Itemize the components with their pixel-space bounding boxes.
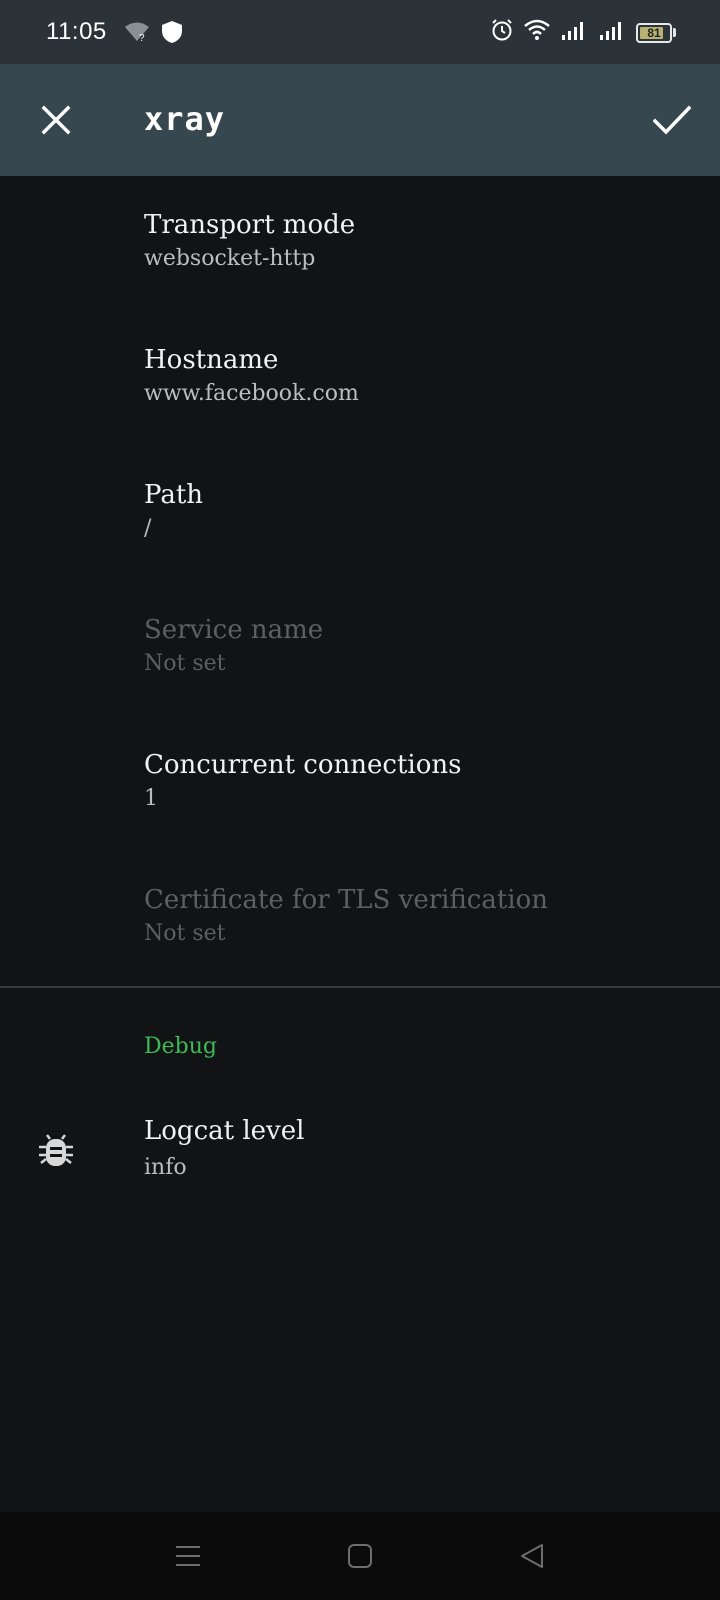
wifi-question-icon: ? (124, 21, 150, 48)
pref-logcat-level[interactable]: Logcat level info (0, 1100, 720, 1210)
pref-hostname[interactable]: Hostname www.facebook.com (0, 311, 720, 446)
status-right-icons: 81 (490, 18, 676, 47)
battery-tip (673, 28, 676, 37)
svg-text:?: ? (139, 33, 145, 43)
pref-tls-certificate[interactable]: Certificate for TLS verification Not set (0, 851, 720, 986)
pref-summary: www.facebook.com (144, 381, 359, 407)
signal-icon (598, 19, 626, 46)
signal-icon (560, 19, 588, 46)
status-left-icons: ? (124, 20, 184, 49)
pref-summary: websocket-http (144, 246, 316, 272)
pref-title: Concurrent connections (144, 750, 462, 780)
status-time: 11:05 (46, 18, 107, 45)
section-divider (0, 986, 720, 988)
preference-list: Transport mode websocket-http Hostname w… (0, 176, 720, 986)
pref-summary: info (144, 1155, 187, 1180)
pref-summary: Not set (144, 921, 226, 947)
bug-icon (36, 1130, 76, 1170)
pref-summary: / (144, 516, 152, 542)
pref-path[interactable]: Path / (0, 446, 720, 581)
check-icon (653, 105, 691, 135)
system-nav-bar (0, 1512, 720, 1600)
pref-title: Path (144, 480, 204, 510)
wifi-icon (524, 19, 550, 46)
pref-title: Service name (144, 615, 324, 645)
alarm-icon (490, 18, 514, 47)
pref-summary: Not set (144, 651, 226, 677)
confirm-button[interactable] (644, 92, 700, 148)
home-icon (348, 1544, 372, 1568)
close-button[interactable] (28, 92, 84, 148)
close-icon (41, 105, 71, 135)
back-button[interactable] (508, 1532, 556, 1580)
shield-icon (160, 20, 184, 49)
battery-icon: 81 (636, 22, 676, 43)
menu-button[interactable] (164, 1532, 212, 1580)
menu-icon (176, 1546, 200, 1566)
battery: 81 (636, 22, 672, 43)
pref-title: Hostname (144, 345, 279, 375)
pref-title: Transport mode (144, 210, 356, 240)
pref-title: Logcat level (144, 1116, 305, 1146)
category-debug: Debug (144, 1034, 217, 1059)
battery-level: 81 (647, 25, 661, 40)
pref-transport-mode[interactable]: Transport mode websocket-http (0, 176, 720, 311)
pref-service-name[interactable]: Service name Not set (0, 581, 720, 716)
pref-title: Certificate for TLS verification (144, 885, 549, 915)
status-bar: 11:05 ? 81 (0, 0, 720, 64)
pref-summary: 1 (144, 786, 158, 812)
page-title: xray (144, 100, 226, 138)
pref-concurrent-connections[interactable]: Concurrent connections 1 (0, 716, 720, 851)
back-icon (521, 1544, 543, 1568)
app-bar: xray (0, 64, 720, 176)
home-button[interactable] (336, 1532, 384, 1580)
